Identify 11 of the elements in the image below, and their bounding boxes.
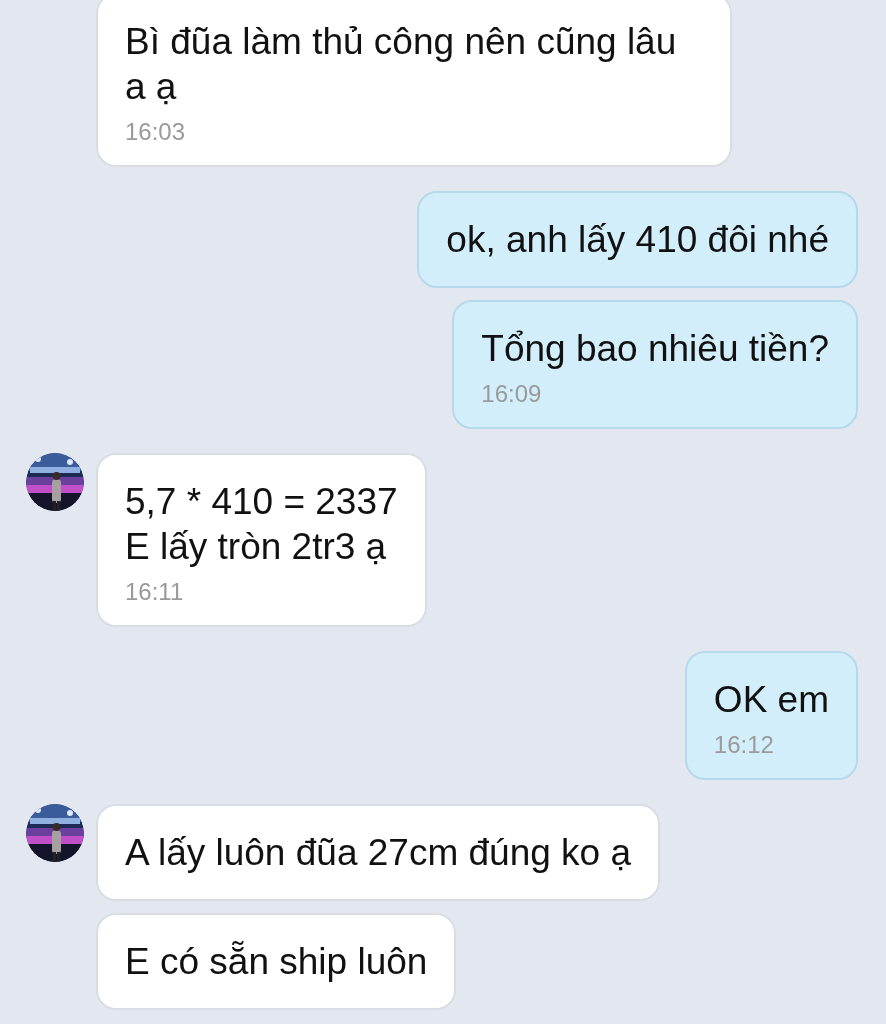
message-time: 16:03 bbox=[125, 117, 186, 147]
message-text: E có sẵn ship luôn bbox=[125, 940, 428, 984]
message-text: ok, anh lấy 410 đôi nhé bbox=[446, 218, 829, 262]
message-text: OK em bbox=[713, 678, 829, 722]
message-text: Bì đũa làm thủ công nên cũng lâu a ạ bbox=[125, 20, 678, 109]
message-time: 16:11 bbox=[125, 577, 184, 607]
message-text: 5,7 * 410 = 2337 E lấy tròn 2tr3 ạ bbox=[125, 480, 398, 569]
message-time: 16:09 bbox=[481, 379, 542, 409]
message-time: 16:12 bbox=[713, 730, 774, 760]
message-text: Tổng bao nhiêu tiền? bbox=[481, 327, 829, 371]
message-text: A lấy luôn đũa 27cm đúng ko ạ bbox=[125, 831, 632, 875]
